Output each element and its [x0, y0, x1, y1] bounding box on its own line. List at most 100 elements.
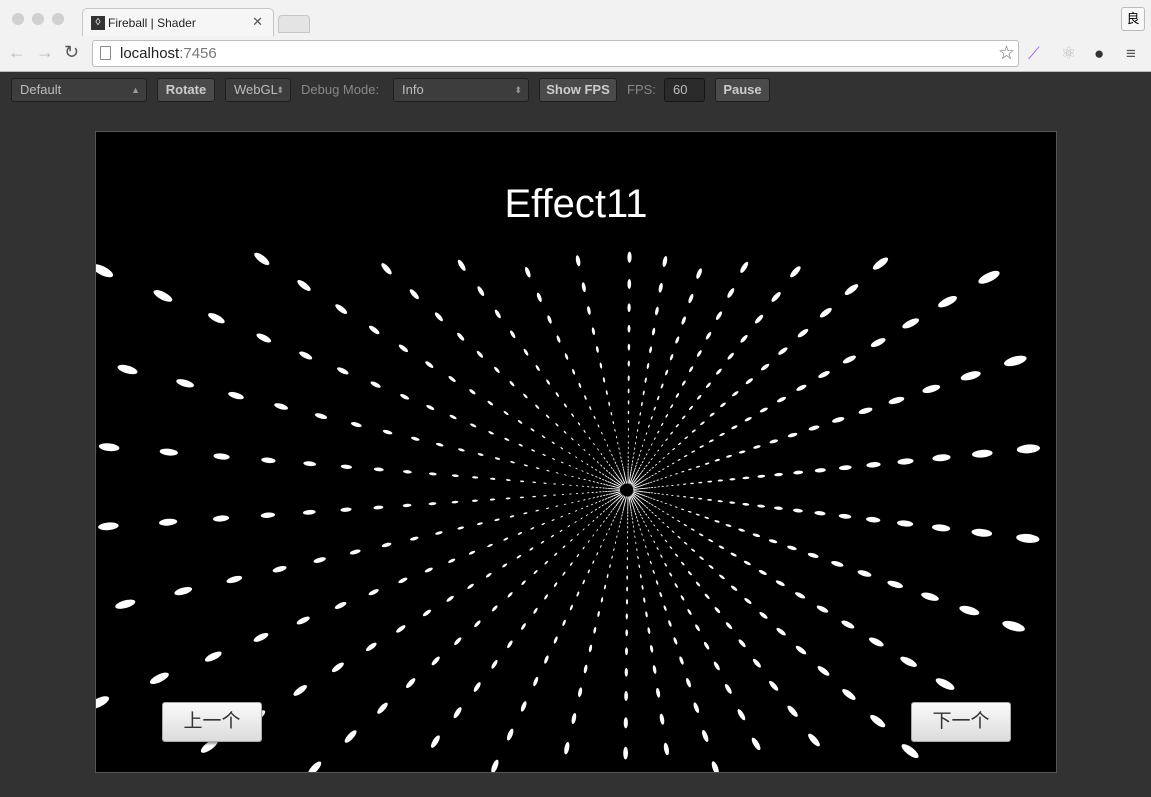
- tunnel-dot: [698, 497, 703, 500]
- tunnel-dot: [641, 516, 643, 520]
- tunnel-dot: [641, 460, 644, 464]
- renderer-select[interactable]: WebGL ⬍: [225, 78, 291, 102]
- scene-select[interactable]: Default ▲: [11, 78, 147, 102]
- tunnel-dot: [627, 536, 629, 539]
- tunnel-dot: [653, 406, 656, 411]
- tunnel-dot: [581, 492, 585, 494]
- tunnel-dot: [627, 343, 631, 351]
- tunnel-dot: [331, 662, 344, 673]
- shader-canvas[interactable]: Effect11 上一个 下一个: [95, 131, 1057, 773]
- bookmark-star-icon[interactable]: ☆: [998, 41, 1015, 66]
- tunnel-dot: [610, 411, 613, 416]
- tunnel-dot: [590, 503, 594, 506]
- tunnel-dot: [631, 517, 633, 520]
- tunnel-dot: [564, 474, 567, 476]
- tunnel-dot: [609, 449, 611, 452]
- tunnel-dot: [595, 346, 599, 353]
- show-fps-button[interactable]: Show FPS: [539, 78, 617, 102]
- tunnel-dot: [648, 502, 651, 504]
- tunnel-dot: [636, 461, 638, 465]
- previous-button[interactable]: 上一个: [162, 702, 262, 742]
- maximize-window-button[interactable]: [52, 13, 64, 25]
- tunnel-dot: [713, 661, 720, 671]
- tunnel-dot: [610, 523, 612, 526]
- tunnel-dot: [725, 524, 732, 527]
- new-tab-button[interactable]: [278, 15, 310, 33]
- tunnel-dot: [690, 482, 694, 485]
- tunnel-dot: [649, 560, 652, 565]
- tunnel-dot: [612, 508, 614, 511]
- tunnel-dot: [449, 414, 457, 420]
- tunnel-dot: [640, 449, 642, 453]
- tunnel-dot: [705, 382, 711, 388]
- tunnel-dot: [638, 564, 641, 569]
- tunnel-dot: [553, 636, 558, 644]
- tunnel-dot: [307, 761, 322, 772]
- tunnel-dot: [425, 361, 434, 368]
- tunnel-dot: [490, 477, 496, 480]
- tunnel-dot: [561, 484, 565, 486]
- debug-mode-select[interactable]: Info ⬍: [393, 78, 529, 102]
- tunnel-dot: [866, 516, 881, 523]
- tunnel-dot: [679, 656, 684, 665]
- tunnel-dot: [700, 421, 705, 426]
- rotate-button[interactable]: Rotate: [157, 78, 215, 102]
- tunnel-dot: [503, 411, 509, 416]
- tunnel-dot: [601, 504, 604, 507]
- tunnel-dot: [535, 467, 540, 470]
- tunnel-dot: [759, 407, 768, 413]
- tunnel-dot: [768, 539, 778, 544]
- close-tab-icon[interactable]: ✕: [252, 14, 263, 30]
- extension-button[interactable]: 良: [1121, 7, 1145, 31]
- tunnel-dot: [592, 560, 595, 564]
- tunnel-dot: [656, 499, 659, 502]
- tunnel-dot: [608, 471, 611, 475]
- tunnel-dot: [532, 481, 537, 484]
- tunnel-dot: [344, 730, 357, 743]
- fps-input[interactable]: 60: [664, 78, 705, 102]
- tunnel-dot: [519, 480, 525, 483]
- evernote-icon[interactable]: ●: [1094, 44, 1104, 64]
- tunnel-dot: [690, 528, 695, 531]
- tunnel-dot: [661, 422, 664, 427]
- tunnel-dot: [518, 443, 523, 447]
- tunnel-dot: [683, 524, 687, 527]
- tunnel-dot: [303, 461, 317, 467]
- tunnel-dot: [738, 528, 745, 532]
- tunnel-dot: [742, 476, 750, 480]
- pause-button[interactable]: Pause: [715, 78, 770, 102]
- react-devtools-icon[interactable]: ⚛: [1061, 44, 1076, 64]
- tunnel-dot: [611, 555, 613, 559]
- tunnel-dot: [583, 429, 586, 433]
- tunnel-dot: [454, 637, 462, 646]
- tunnel-dot: [637, 519, 639, 523]
- back-icon[interactable]: ←: [8, 42, 26, 63]
- reload-icon[interactable]: ↻: [64, 42, 79, 63]
- tunnel-dot: [649, 497, 653, 499]
- tunnel-dot: [487, 400, 494, 406]
- menu-icon[interactable]: ≡: [1126, 44, 1136, 64]
- forward-icon[interactable]: →: [36, 42, 54, 63]
- select-arrows-icon: ▲: [131, 85, 140, 95]
- tunnel-dot: [544, 560, 549, 565]
- tunnel-dot: [591, 486, 594, 488]
- tunnel-dot: [569, 562, 573, 566]
- tunnel-dot: [654, 472, 657, 475]
- tunnel-dot: [753, 445, 761, 449]
- tunnel-dot: [787, 705, 798, 717]
- tunnel-dot: [592, 519, 595, 522]
- tunnel-dot: [491, 759, 499, 772]
- tunnel-dot: [635, 506, 638, 509]
- browser-tab[interactable]: ◊ Fireball | Shader ✕: [82, 8, 274, 36]
- close-window-button[interactable]: [12, 13, 24, 25]
- feather-extension-icon[interactable]: ⟋: [1028, 44, 1040, 64]
- tunnel-dot: [651, 511, 654, 514]
- minimize-window-button[interactable]: [32, 13, 44, 25]
- next-button[interactable]: 下一个: [911, 702, 1011, 742]
- tunnel-dot: [858, 407, 873, 415]
- tunnel-dot: [535, 404, 540, 409]
- address-bar[interactable]: localhost:7456 ☆: [92, 40, 1019, 67]
- tab-title: Fireball | Shader: [108, 16, 196, 30]
- renderer-select-value: WebGL: [234, 82, 278, 97]
- tunnel-dot: [627, 508, 629, 512]
